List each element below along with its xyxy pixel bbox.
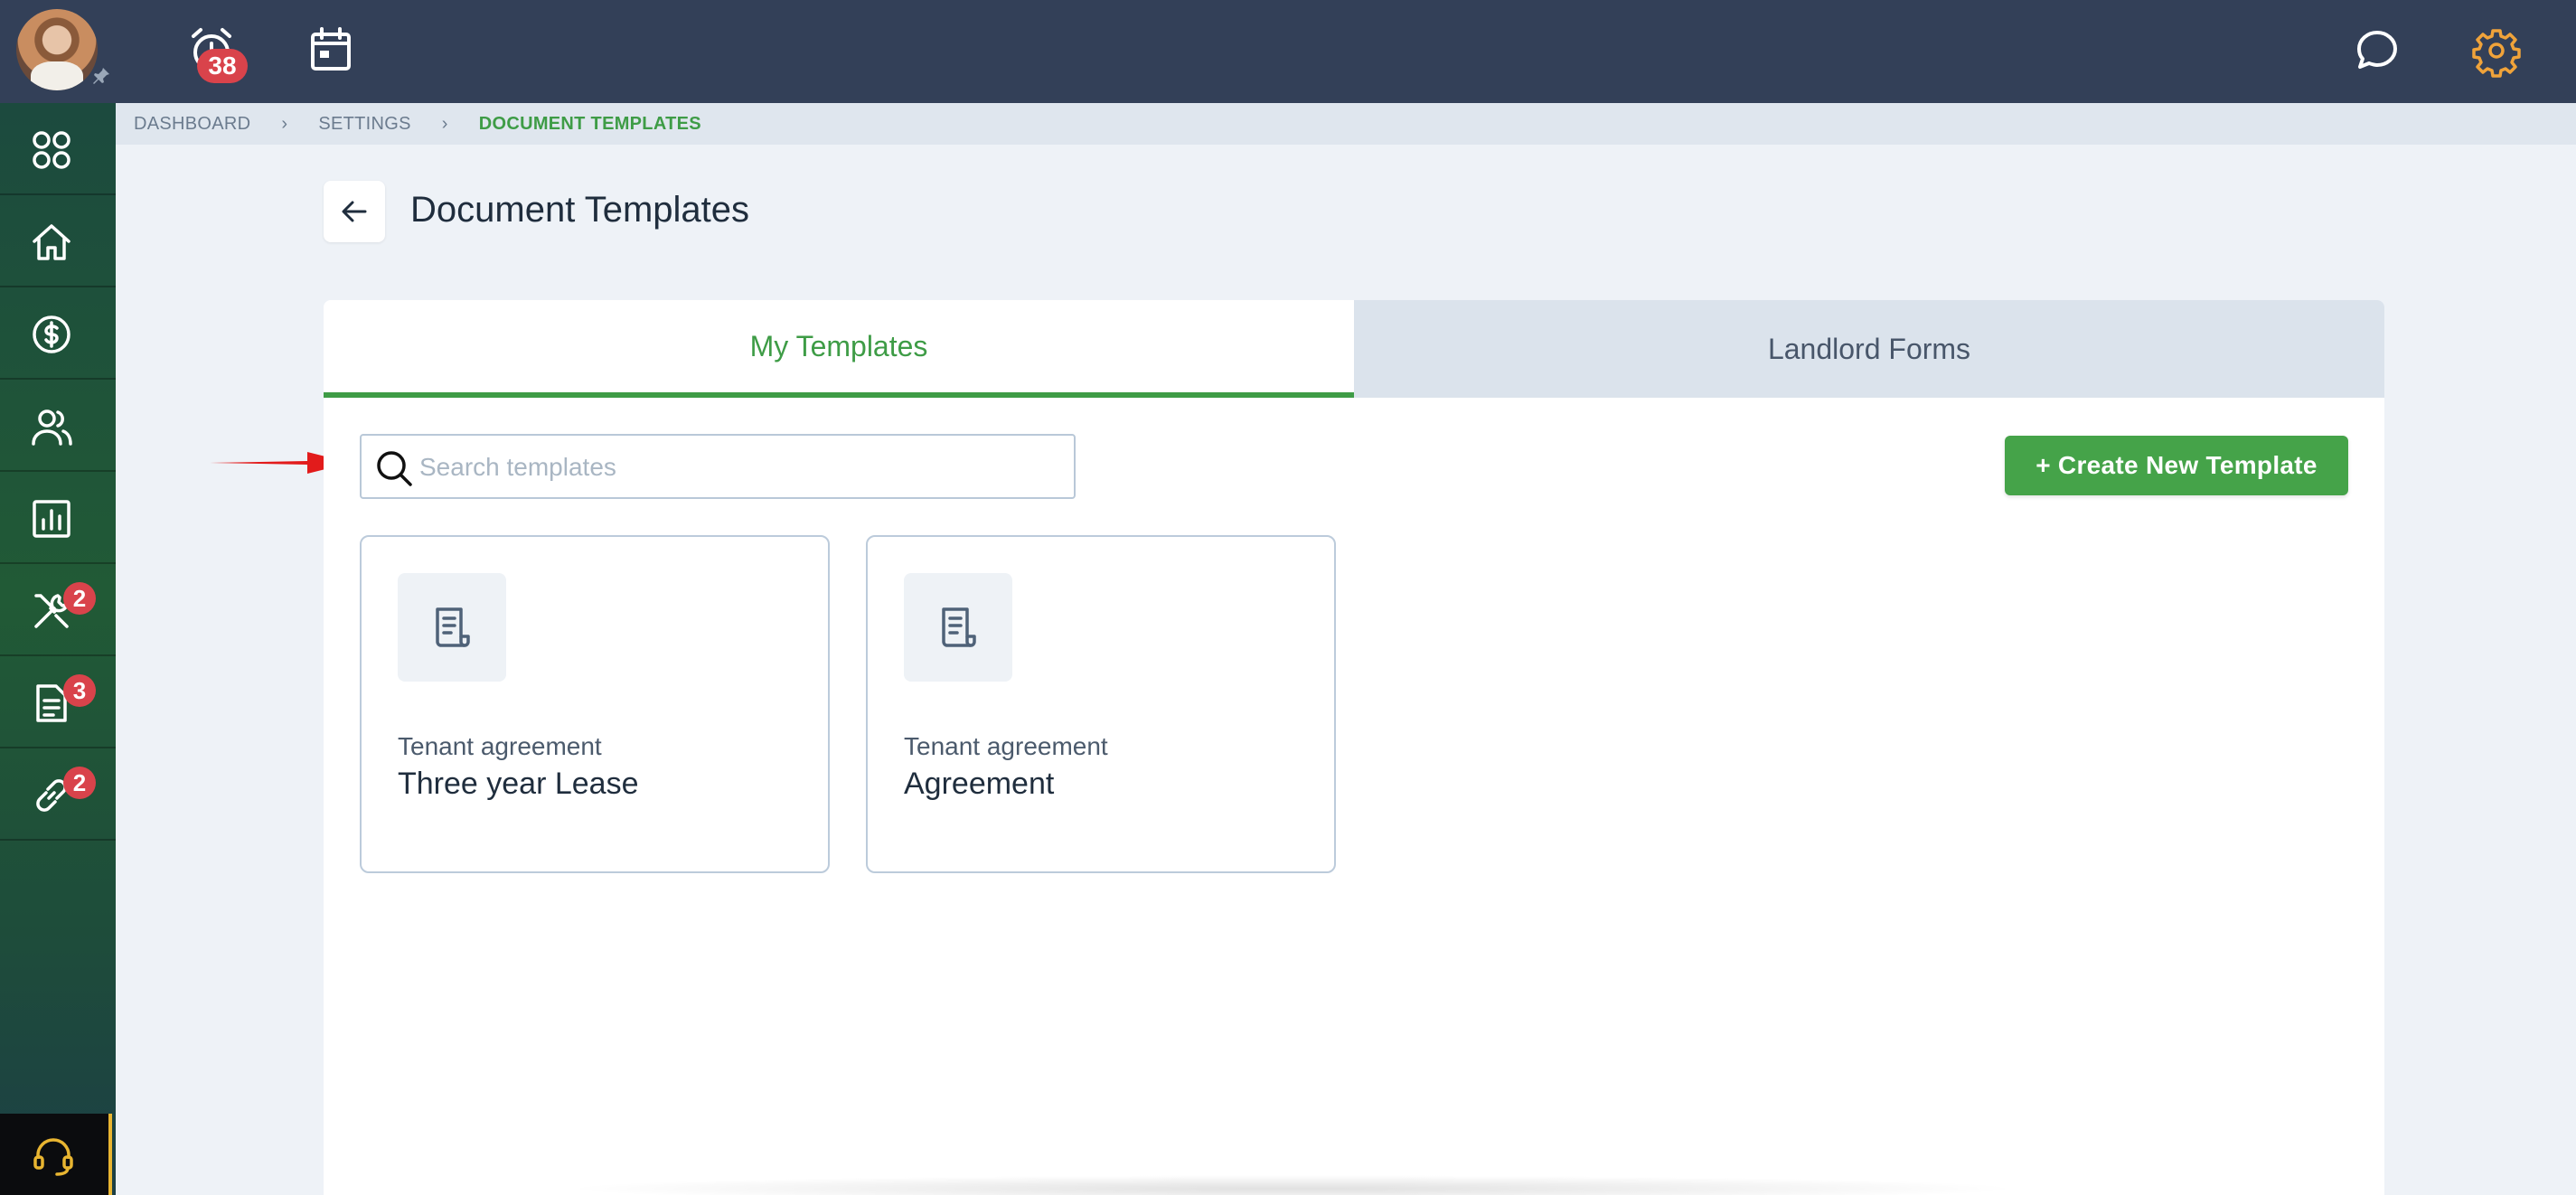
search-icon (377, 451, 412, 486)
top-bar: 38 (0, 0, 2576, 103)
integrations-badge: 2 (63, 767, 96, 799)
tab-landlord-forms[interactable]: Landlord Forms (1354, 300, 2384, 398)
maintenance-badge: 2 (63, 582, 96, 615)
sidebar: 2 3 2 (0, 103, 116, 1195)
sidebar-item-home[interactable] (0, 195, 116, 287)
gear-icon[interactable] (2469, 24, 2524, 78)
back-button[interactable] (324, 181, 385, 242)
tab-my-templates[interactable]: My Templates (324, 300, 1354, 398)
template-category: Tenant agreement (398, 732, 602, 760)
breadcrumb-dashboard[interactable]: DASHBOARD (134, 114, 250, 135)
breadcrumb-settings[interactable]: SETTINGS (318, 114, 410, 135)
chevron-right-icon: › (281, 113, 288, 134)
sidebar-item-documents[interactable]: 3 (0, 656, 116, 748)
sidebar-item-maintenance[interactable]: 2 (0, 564, 116, 656)
template-name: Agreement (904, 767, 1055, 801)
template-name: Three year Lease (398, 767, 639, 801)
pin-icon (93, 68, 109, 84)
breadcrumb-current: DOCUMENT TEMPLATES (478, 113, 701, 134)
home-icon (33, 224, 71, 260)
arrow-left-icon (342, 201, 367, 222)
sidebar-item-people[interactable] (0, 380, 116, 472)
user-avatar[interactable] (16, 9, 98, 90)
notifications-badge: 38 (197, 49, 248, 83)
chevron-right-icon: › (441, 113, 448, 134)
sidebar-item-finance[interactable] (0, 287, 116, 380)
create-new-template-button[interactable]: + Create New Template (2005, 436, 2348, 495)
template-thumbnail (398, 573, 506, 682)
sidebar-item-reports[interactable] (0, 472, 116, 564)
page-title: Document Templates (410, 190, 749, 230)
search-box (360, 434, 1076, 499)
chat-icon[interactable] (2350, 24, 2404, 78)
dollar-icon (33, 315, 71, 353)
bottom-shadow (560, 1175, 2025, 1195)
search-input[interactable] (419, 443, 1061, 492)
sidebar-item-apps[interactable] (0, 103, 116, 195)
support-button[interactable] (0, 1114, 112, 1195)
templates-panel: My Templates Landlord Forms + Create New… (324, 300, 2384, 1195)
apps-icon (33, 131, 71, 169)
template-card[interactable]: Tenant agreement Agreement (866, 535, 1336, 873)
template-category: Tenant agreement (904, 732, 1108, 760)
headset-icon (33, 1138, 73, 1176)
documents-badge: 3 (63, 674, 96, 707)
reports-icon (33, 500, 71, 538)
template-thumbnail (904, 573, 1012, 682)
template-card[interactable]: Tenant agreement Three year Lease (360, 535, 830, 873)
people-icon (32, 409, 72, 446)
breadcrumb: DASHBOARD › SETTINGS › DOCUMENT TEMPLATE… (116, 103, 2576, 145)
sidebar-item-integrations[interactable]: 2 (0, 748, 116, 841)
document-icon (942, 607, 976, 647)
calendar-icon[interactable] (304, 24, 358, 78)
document-icon (436, 607, 470, 647)
